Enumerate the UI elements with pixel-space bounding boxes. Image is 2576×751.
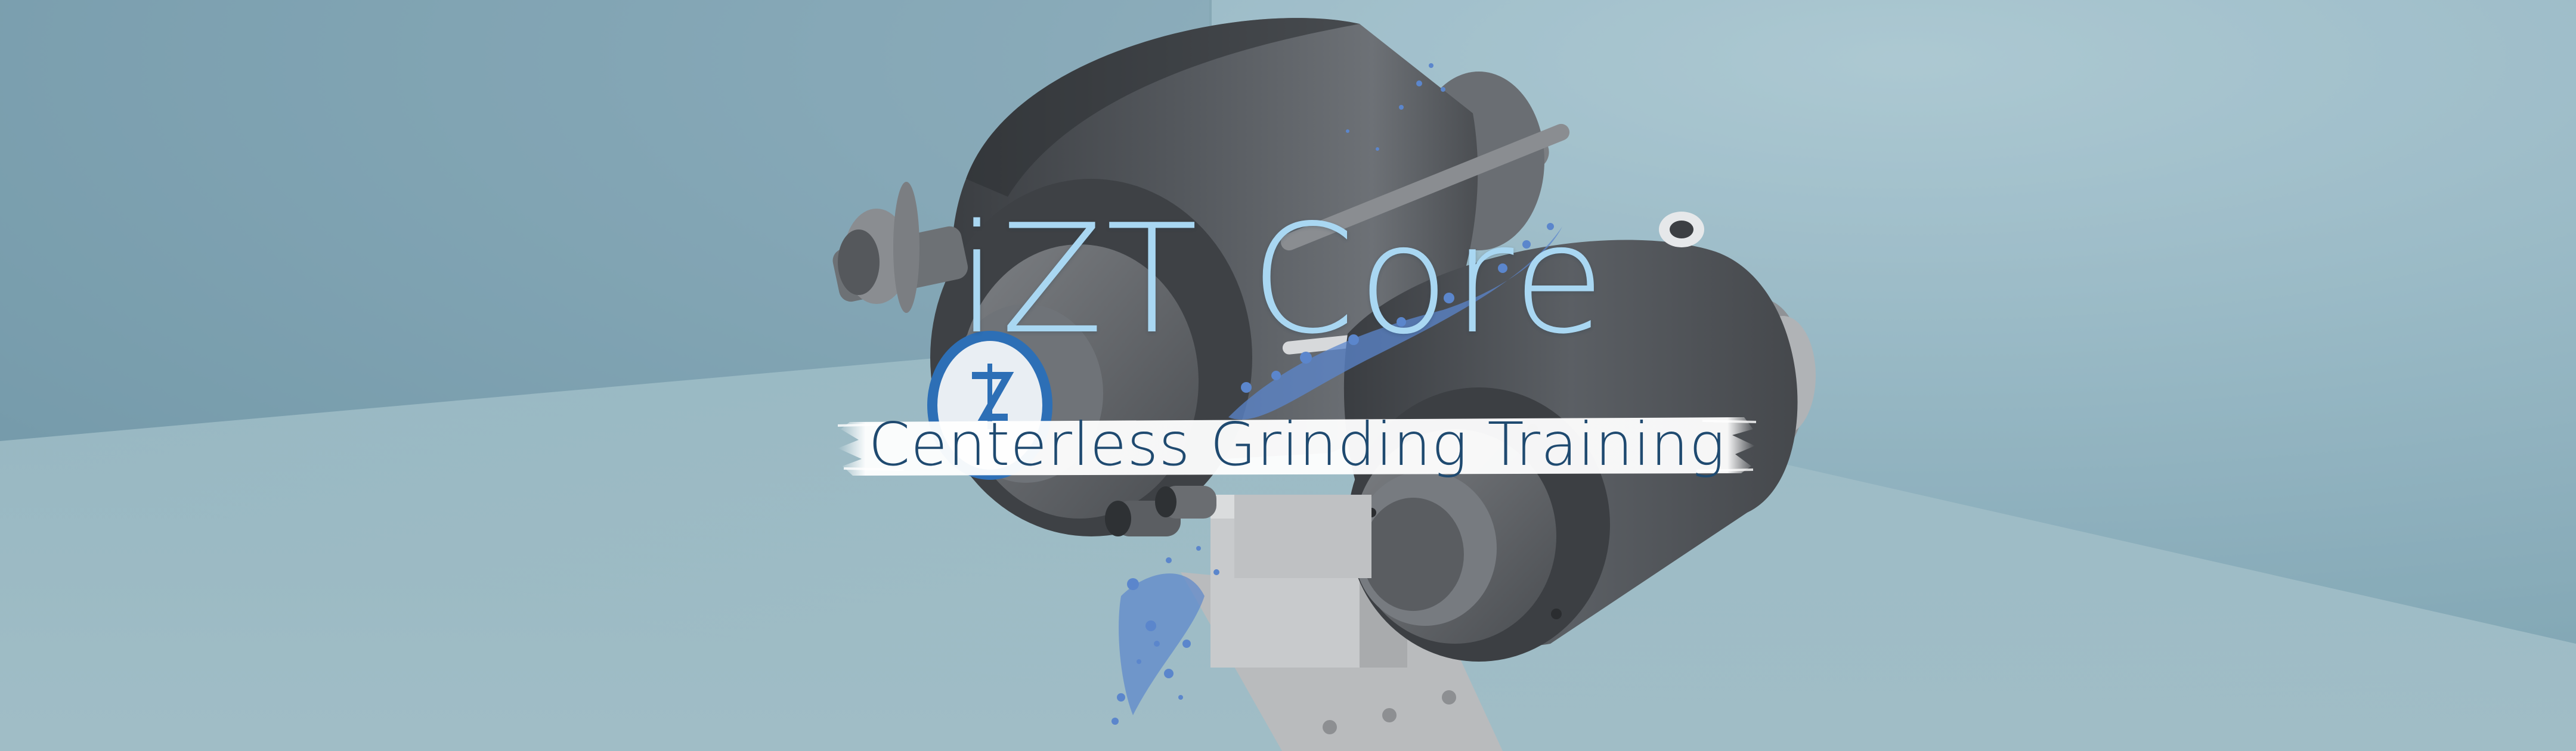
banner: iZT Core Centerless Grinding Training (0, 0, 2576, 751)
machine-illustration (0, 0, 2576, 751)
page-subtitle: Centerless Grinding Training (868, 409, 1726, 479)
page-title: iZT Core (956, 193, 1608, 367)
